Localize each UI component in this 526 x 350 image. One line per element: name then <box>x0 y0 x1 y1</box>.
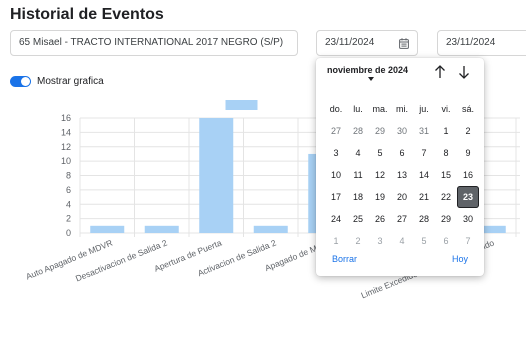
day-cell[interactable]: 12 <box>369 164 391 186</box>
day-cell[interactable]: 3 <box>325 142 347 164</box>
arrow-up-icon[interactable] <box>433 64 447 80</box>
week-row: 1234567 <box>325 230 479 252</box>
week-row: 24 25 26 27 28 29 30 <box>325 208 479 230</box>
end-date-field[interactable]: 23/11/2024 <box>437 30 526 56</box>
y-tick-label: 14 <box>61 127 71 137</box>
legend-swatch <box>225 100 258 110</box>
chart-y-ticks: 0 2 4 6 8 10 12 14 16 <box>61 113 71 238</box>
day-cell[interactable]: 27 <box>325 120 347 142</box>
weekday-label: vi. <box>441 104 451 114</box>
day-cell[interactable]: 31 <box>413 120 435 142</box>
day-cell[interactable]: 13 <box>391 164 413 186</box>
toggle-knob <box>21 76 30 86</box>
date-picker-month[interactable]: noviembre de 2024 <box>327 65 408 75</box>
day-cell[interactable]: 4 <box>391 230 413 252</box>
day-cell[interactable]: 6 <box>435 230 457 252</box>
day-cell[interactable]: 11 <box>347 164 369 186</box>
weekday-label: lu. <box>353 104 363 114</box>
y-tick-label: 16 <box>61 113 71 123</box>
month-dropdown-caret-icon[interactable] <box>368 77 374 81</box>
weekday-label: mi. <box>396 104 408 114</box>
date-picker-grid: do. lu. ma. mi. ju. vi. sá. 27 28 29 30 31 1 2 3 4 5 6 7 8 9… <box>325 98 479 252</box>
y-tick-label: 12 <box>61 142 71 152</box>
week-row: 27 28 29 30 31 1 2 <box>325 120 479 142</box>
arrow-down-icon[interactable] <box>457 64 471 80</box>
week-row: 3456789 <box>325 142 479 164</box>
bar <box>253 225 288 233</box>
weekday-header-row: do. lu. ma. mi. ju. vi. sá. <box>325 98 479 120</box>
y-tick-label: 6 <box>66 185 71 195</box>
day-cell[interactable]: 19 <box>369 186 391 208</box>
day-cell[interactable]: 21 <box>413 186 435 208</box>
day-cell[interactable]: 17 <box>325 186 347 208</box>
y-tick-label: 8 <box>66 171 71 181</box>
page-title: Historial de Eventos <box>10 6 164 23</box>
date-picker-footer: Borrar Hoy <box>316 252 484 268</box>
bar <box>90 225 125 233</box>
day-cell[interactable]: 23 <box>457 186 479 208</box>
weekday-label: ju. <box>419 104 429 114</box>
day-cell[interactable]: 2 <box>347 230 369 252</box>
day-cell[interactable]: 10 <box>325 164 347 186</box>
day-cell[interactable]: 5 <box>413 230 435 252</box>
day-cell[interactable]: 4 <box>347 142 369 164</box>
day-cell[interactable]: 5 <box>369 142 391 164</box>
day-cell[interactable]: 26 <box>369 208 391 230</box>
bar <box>199 118 234 233</box>
bar <box>144 225 179 233</box>
x-tick-label: Desactivacion de Salida 2 <box>74 237 169 283</box>
day-cell[interactable]: 15 <box>435 164 457 186</box>
day-cell[interactable]: 16 <box>457 164 479 186</box>
day-cell[interactable]: 29 <box>369 120 391 142</box>
day-cell[interactable]: 28 <box>413 208 435 230</box>
day-cell[interactable]: 30 <box>391 120 413 142</box>
chart-toggle-switch[interactable] <box>10 75 31 87</box>
week-row: 17 18 19 20 21 22 23 <box>325 186 479 208</box>
day-cell[interactable]: 25 <box>347 208 369 230</box>
clear-date-button[interactable]: Borrar <box>332 254 357 264</box>
day-cell[interactable]: 8 <box>435 142 457 164</box>
chart-toggle-row: Mostrar grafica <box>10 74 104 88</box>
weekday-label: do. <box>329 104 343 114</box>
day-cell[interactable]: 28 <box>347 120 369 142</box>
day-cell[interactable]: 14 <box>413 164 435 186</box>
calendar-icon[interactable] <box>399 38 409 49</box>
day-cell[interactable]: 30 <box>457 208 479 230</box>
vehicle-select[interactable]: 65 Misael - TRACTO INTERNATIONAL 2017 NE… <box>10 30 298 56</box>
day-cell[interactable]: 22 <box>435 186 457 208</box>
day-cell[interactable]: 27 <box>391 208 413 230</box>
day-cell[interactable]: 29 <box>435 208 457 230</box>
end-date-value: 23/11/2024 <box>446 37 496 48</box>
day-cell[interactable]: 7 <box>413 142 435 164</box>
y-tick-label: 10 <box>61 156 71 166</box>
y-tick-label: 2 <box>66 214 71 224</box>
weekday-label: sá. <box>461 104 474 114</box>
weekday-label: ma. <box>372 104 388 114</box>
vehicle-select-value: 65 Misael - TRACTO INTERNATIONAL 2017 NE… <box>19 37 284 48</box>
y-tick-label: 4 <box>66 199 71 209</box>
day-cell[interactable]: 2 <box>457 120 479 142</box>
today-button[interactable]: Hoy <box>452 254 468 264</box>
day-cell[interactable]: 18 <box>347 186 369 208</box>
day-cell[interactable]: 1 <box>435 120 457 142</box>
day-cell[interactable]: 6 <box>391 142 413 164</box>
start-date-value: 23/11/2024 <box>325 37 375 48</box>
start-date-field[interactable]: 23/11/2024 <box>316 30 418 56</box>
chart-toggle-label: Mostrar grafica <box>37 75 104 87</box>
day-cell[interactable]: 7 <box>457 230 479 252</box>
week-row: 10 11 12 13 14 15 16 <box>325 164 479 186</box>
y-tick-label: 0 <box>66 228 71 238</box>
day-cell[interactable]: 20 <box>391 186 413 208</box>
day-cell[interactable]: 1 <box>325 230 347 252</box>
day-cell[interactable]: 3 <box>369 230 391 252</box>
date-picker-popup: noviembre de 2024 do. lu. ma. mi. ju. vi. sá. 2… <box>316 58 484 276</box>
x-tick-label: Auto Apagado de MDVR <box>24 238 114 282</box>
day-cell[interactable]: 24 <box>325 208 347 230</box>
day-cell[interactable]: 9 <box>457 142 479 164</box>
